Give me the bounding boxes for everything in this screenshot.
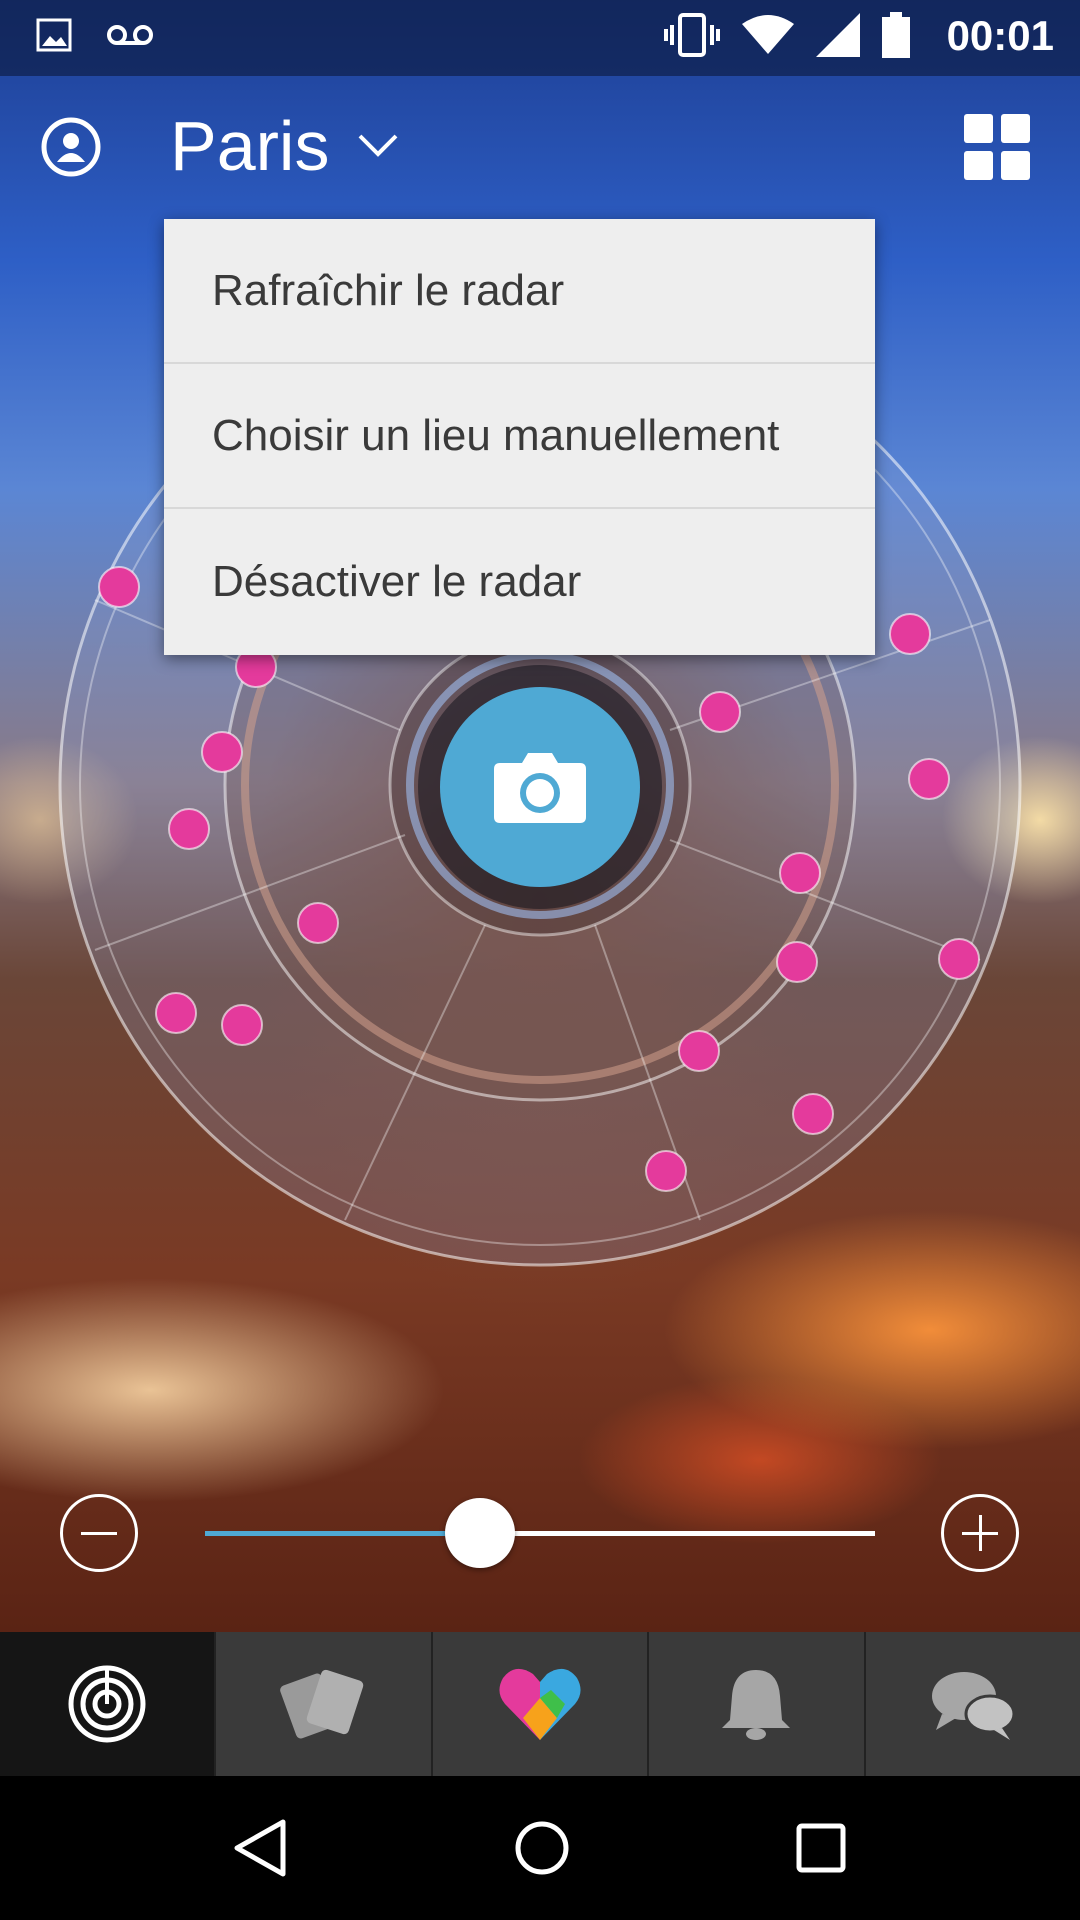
cards-icon (279, 1669, 363, 1739)
profile-button[interactable] (40, 116, 102, 178)
menu-item-refresh-radar[interactable]: Rafraîchir le radar (164, 219, 875, 364)
tab-match[interactable] (432, 1632, 650, 1776)
zoom-out-button[interactable] (60, 1494, 138, 1572)
vibrate-icon (664, 13, 720, 57)
zoom-slider-track[interactable] (205, 1531, 875, 1536)
tab-radar[interactable] (0, 1632, 217, 1776)
wifi-icon (742, 15, 794, 54)
city-selector[interactable]: Paris (170, 106, 399, 186)
battery-icon (882, 12, 910, 58)
recents-icon[interactable] (795, 1822, 847, 1874)
menu-item-label: Rafraîchir le radar (212, 265, 565, 315)
heart-icon (499, 1668, 581, 1740)
grid-view-button[interactable] (964, 114, 1030, 180)
voicemail-icon (107, 25, 153, 45)
menu-item-choose-location[interactable]: Choisir un lieu manuellement (164, 364, 875, 509)
tab-cards[interactable] (216, 1632, 433, 1776)
zoom-control (0, 1490, 1080, 1572)
image-icon (36, 18, 72, 52)
camera-icon (494, 753, 586, 823)
menu-item-label: Choisir un lieu manuellement (212, 410, 780, 460)
city-name: Paris (170, 107, 330, 185)
camera-button[interactable] (440, 687, 640, 887)
signal-icon (816, 13, 860, 57)
system-nav-bar (0, 1776, 1080, 1920)
overflow-menu: Rafraîchir le radar Choisir un lieu manu… (164, 219, 875, 655)
grid-icon (964, 114, 993, 143)
tab-notifications[interactable] (649, 1632, 866, 1776)
back-icon[interactable] (233, 1818, 289, 1878)
zoom-slider-thumb[interactable] (444, 1498, 515, 1568)
bottom-tab-bar (0, 1632, 1080, 1776)
profile-icon (41, 117, 101, 177)
tab-messages[interactable] (865, 1632, 1080, 1776)
zoom-slider-fill (205, 1531, 480, 1536)
bell-icon (722, 1670, 791, 1740)
status-bar: 00:01 (0, 0, 1080, 76)
chat-icon (931, 1672, 1016, 1740)
menu-item-disable-radar[interactable]: Désactiver le radar (164, 509, 875, 654)
chevron-down-icon (359, 134, 398, 157)
zoom-in-button[interactable] (941, 1494, 1019, 1572)
menu-item-label: Désactiver le radar (212, 556, 582, 606)
app-header: Paris (0, 76, 1080, 216)
status-time: 00:01 (946, 12, 1054, 59)
radar-icon (68, 1665, 146, 1743)
home-icon[interactable] (514, 1820, 570, 1876)
